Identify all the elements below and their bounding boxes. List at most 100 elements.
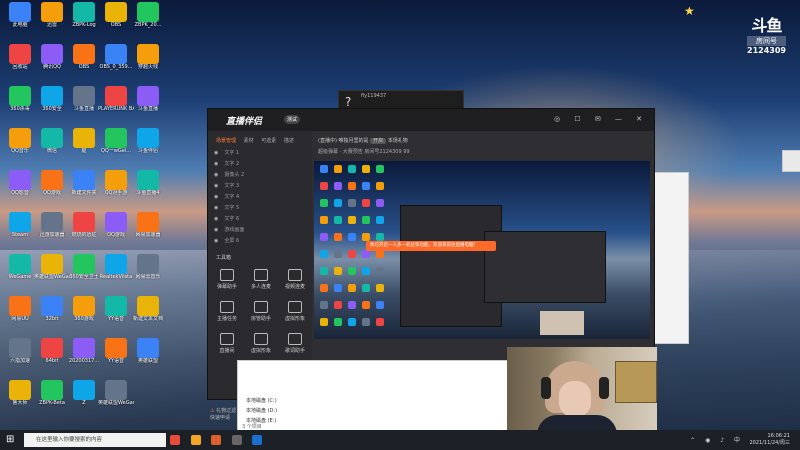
desktop-icon[interactable]: OBS: [66, 44, 102, 80]
windows-start-icon[interactable]: ⊞: [6, 434, 14, 445]
eye-icon[interactable]: ◉: [214, 161, 218, 167]
eye-icon[interactable]: ◉: [214, 183, 218, 189]
eye-icon[interactable]: ◉: [214, 238, 218, 244]
desktop-icon[interactable]: 回收站: [2, 44, 38, 80]
desktop-icon[interactable]: 英雄联盟: [130, 338, 166, 374]
desktop-icon[interactable]: QQ游戏: [34, 170, 70, 206]
desktop-icon[interactable]: 新建文件夹: [66, 170, 102, 206]
taskbar-search[interactable]: 在这里输入你要搜索的内容: [24, 433, 166, 447]
desktop-icon[interactable]: 网易UU: [2, 296, 38, 332]
tool-button[interactable]: 直播间: [212, 333, 242, 354]
desktop-icon[interactable]: 燃烧的远征: [66, 212, 102, 248]
scene-item[interactable]: ◉ 文字 2: [214, 160, 308, 169]
desktop-icon[interactable]: 迅游加速器: [34, 212, 70, 248]
tool-button[interactable]: 歌词助手: [280, 333, 310, 354]
live-preview[interactable]: 你已开启一人多一机位等功能，欢迎来前往直播电脑！: [314, 161, 650, 339]
desktop-icon-label: OBS: [110, 22, 122, 28]
desktop-icon[interactable]: 斗鱼直播: [66, 86, 102, 122]
desktop-icon[interactable]: 20200317...: [66, 338, 102, 374]
tool-button[interactable]: 弹幕助手: [212, 269, 242, 290]
scene-item[interactable]: ◉ 文字 4: [214, 193, 308, 202]
desktop-icon[interactable]: QQ对手游: [98, 170, 134, 206]
desktop-icon[interactable]: 英雄联盟WeGame版: [98, 380, 134, 416]
scene-item[interactable]: ◉ 摄像头 2: [214, 171, 308, 180]
app-icon-5[interactable]: [252, 435, 263, 445]
desktop-icon[interactable]: 新建文本文档: [130, 296, 166, 332]
desktop-icon[interactable]: 迅雷: [34, 2, 70, 38]
app-icon-2[interactable]: [190, 435, 201, 445]
desktop-icon[interactable]: 英雄联盟WeGame版: [34, 254, 70, 290]
desktop-icon[interactable]: 腾讯QQ: [34, 44, 70, 80]
tool-button[interactable]: 多人连麦: [246, 269, 276, 290]
desktop-icon[interactable]: 斗鱼伴侣: [130, 128, 166, 164]
desktop-icon[interactable]: 360游戏: [66, 296, 102, 332]
clock[interactable]: 16:06:21 2021/11/24/周三: [749, 433, 790, 447]
desktop-icon[interactable]: OBS: [98, 2, 134, 38]
scene-item[interactable]: ◉ 文字 1: [214, 149, 308, 158]
scene-item[interactable]: ◉ 文字 3: [214, 182, 308, 191]
desktop-icon[interactable]: ZBPK-Log: [66, 2, 102, 38]
desktop-icon[interactable]: 网易加速器: [130, 212, 166, 248]
tray-icons[interactable]: ⌃ ◉ ♪ 中: [690, 435, 744, 444]
desktop-icon[interactable]: 穿越火线: [130, 44, 166, 80]
desktop-icon[interactable]: 鲁大师: [2, 380, 38, 416]
eye-icon[interactable]: ◉: [214, 227, 218, 233]
desktop-icon[interactable]: 360安全: [34, 86, 70, 122]
desktop-icon[interactable]: Z: [66, 380, 102, 416]
desktop-icon[interactable]: QQ一wGel...: [98, 128, 134, 164]
desktop-icon[interactable]: WeGame: [2, 254, 38, 290]
eye-icon[interactable]: ◉: [214, 172, 218, 178]
desktop-icon[interactable]: ZBPK_20...: [130, 2, 166, 38]
app-icon-4[interactable]: [231, 435, 242, 445]
tool-button[interactable]: 主播任务: [212, 301, 242, 322]
app-icon-3[interactable]: [211, 435, 222, 445]
tool-button[interactable]: 虚拟形象: [246, 333, 276, 354]
eye-icon[interactable]: ◉: [214, 194, 218, 200]
drive-d[interactable]: 本地磁盘 (D:): [246, 407, 277, 414]
desktop-icon[interactable]: 六指加速: [2, 338, 38, 374]
tab-sources[interactable]: 素材: [244, 138, 254, 144]
tab-optional[interactable]: 可选素: [261, 138, 276, 144]
eye-icon[interactable]: ◉: [214, 216, 218, 222]
desktop-icon[interactable]: 斗鱼直播: [130, 86, 166, 122]
app-version[interactable]: 测试: [284, 115, 301, 124]
desktop-icon[interactable]: PLAYERUNK BATTLEGR...: [98, 86, 134, 122]
desktop-icon[interactable]: YY语音: [98, 296, 134, 332]
scene-item[interactable]: ◉ 游戏画面: [214, 226, 308, 235]
desktop-icon[interactable]: QQ游戏: [98, 212, 134, 248]
desktop-icon[interactable]: RealtekViista: [98, 254, 134, 290]
desktop-icon[interactable]: 64bit: [34, 338, 70, 374]
app-icon-1[interactable]: [170, 435, 180, 445]
desktop-icon[interactable]: ZBPK-Beta: [34, 380, 70, 416]
desktop-icon[interactable]: OBS_0_359...: [98, 44, 134, 80]
eye-icon[interactable]: ◉: [214, 205, 218, 211]
desktop-icon-label: 32bit: [45, 316, 59, 322]
desktop-icon[interactable]: Steam: [2, 212, 38, 248]
desktop-icon[interactable]: QQ音乐: [2, 128, 38, 164]
window-controls[interactable]: ◎ ☐ ✉ — ✕: [554, 115, 648, 123]
gift-label[interactable]: 本场礼物: [388, 138, 408, 144]
tab-scenes[interactable]: 场景管理: [216, 138, 236, 144]
desktop-icon[interactable]: 网易云音乐: [130, 254, 166, 290]
file-explorer[interactable]: 本地磁盘 (C:) 本地磁盘 (D:) 本地磁盘 (E:) 3 个项目: [237, 360, 509, 432]
desktop-icon[interactable]: 微信: [34, 128, 70, 164]
drive-c[interactable]: 本地磁盘 (C:): [246, 397, 277, 404]
scene-item[interactable]: ◉ 文字 6: [214, 215, 308, 224]
desktop-icon[interactable]: 此电脑: [2, 2, 38, 38]
desktop-icon[interactable]: 腿: [66, 128, 102, 164]
desktop-icon[interactable]: YY语音: [98, 338, 134, 374]
desktop-icon[interactable]: 360安全卫士: [66, 254, 102, 290]
desktop-icon[interactable]: QQ影音: [2, 170, 38, 206]
stream-toggle[interactable]: 开启: [370, 138, 387, 144]
scene-item[interactable]: ◉ 全屏 6: [214, 237, 308, 246]
preview-icon: [362, 301, 370, 309]
scene-item[interactable]: ◉ 文字 5: [214, 204, 308, 213]
tool-button[interactable]: 视频连麦: [280, 269, 310, 290]
tool-button[interactable]: 房管助手: [246, 301, 276, 322]
desktop-icon[interactable]: 斗鱼直播4: [130, 170, 166, 206]
eye-icon[interactable]: ◉: [214, 150, 218, 156]
tool-button[interactable]: 虚拟形象: [280, 301, 310, 322]
desktop-icon[interactable]: 32bit: [34, 296, 70, 332]
tab-desc[interactable]: 描述: [284, 138, 294, 144]
desktop-icon[interactable]: 360杀毒: [2, 86, 38, 122]
